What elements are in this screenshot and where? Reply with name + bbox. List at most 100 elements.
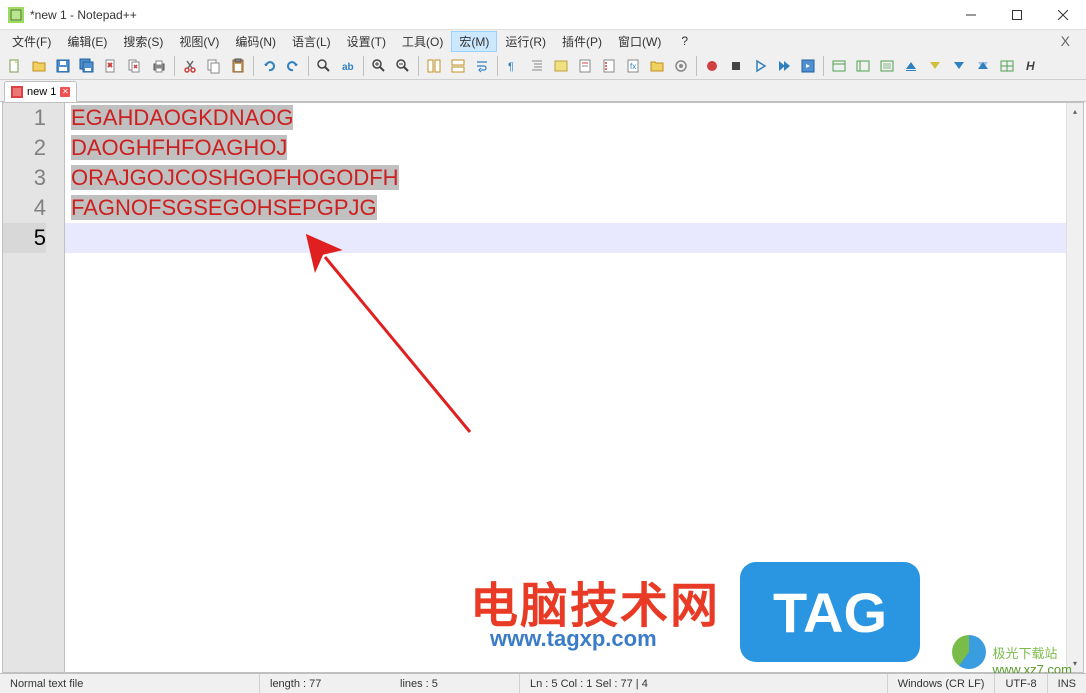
window-controls: [948, 0, 1086, 30]
status-lines: lines : 5: [390, 674, 520, 693]
maximize-button[interactable]: [994, 0, 1040, 30]
tab-bar: new 1 ✕: [0, 80, 1086, 102]
toolbar-separator: [363, 56, 364, 76]
status-position: Ln : 5 Col : 1 Sel : 77 | 4: [520, 674, 888, 693]
indent-guide-icon[interactable]: [526, 55, 548, 77]
undo-icon[interactable]: [258, 55, 280, 77]
watermark-tag-badge: TAG: [740, 562, 920, 662]
menu-macro[interactable]: 宏(M): [451, 31, 497, 52]
tb-icon-2[interactable]: [852, 55, 874, 77]
tb-icon-h[interactable]: H: [1020, 55, 1042, 77]
save-macro-icon[interactable]: [797, 55, 819, 77]
unsaved-icon: [11, 86, 23, 98]
play-icon[interactable]: [749, 55, 771, 77]
menu-help[interactable]: ?: [673, 32, 696, 50]
tb-icon-6[interactable]: [948, 55, 970, 77]
menu-view[interactable]: 视图(V): [171, 31, 227, 52]
tab-close-icon[interactable]: ✕: [60, 87, 70, 97]
menu-x-button[interactable]: X: [1049, 33, 1082, 49]
play-multi-icon[interactable]: [773, 55, 795, 77]
tab-label: new 1: [27, 86, 56, 98]
tab-new-1[interactable]: new 1 ✕: [4, 81, 77, 102]
find-icon[interactable]: [313, 55, 335, 77]
line-number: 4: [3, 193, 46, 223]
tb-icon-3[interactable]: [876, 55, 898, 77]
print-icon[interactable]: [148, 55, 170, 77]
code-line: EGAHDAOGKDNAOG: [65, 103, 1083, 133]
line-number: 2: [3, 133, 46, 163]
copy-icon[interactable]: [203, 55, 225, 77]
tb-icon-7[interactable]: [972, 55, 994, 77]
status-bar: Normal text file length : 77 lines : 5 L…: [0, 673, 1086, 693]
user-lang-icon[interactable]: [550, 55, 572, 77]
status-mode[interactable]: INS: [1048, 674, 1086, 693]
menu-language[interactable]: 语言(L): [284, 31, 339, 52]
toolbar-separator: [497, 56, 498, 76]
tb-icon-5[interactable]: [924, 55, 946, 77]
watermark-logo-icon: [952, 635, 986, 669]
func-list-icon[interactable]: fx: [622, 55, 644, 77]
toolbar-separator: [253, 56, 254, 76]
menu-edit[interactable]: 编辑(E): [59, 31, 115, 52]
status-eol[interactable]: Windows (CR LF): [888, 674, 996, 693]
toolbar-separator: [696, 56, 697, 76]
close-button[interactable]: [1040, 0, 1086, 30]
code-line: [65, 223, 1083, 253]
watermark-url: www.tagxp.com: [490, 626, 657, 652]
zoom-in-icon[interactable]: [368, 55, 390, 77]
close-file-icon[interactable]: [100, 55, 122, 77]
menu-encoding[interactable]: 编码(N): [227, 31, 284, 52]
svg-text:¶: ¶: [508, 61, 514, 73]
zoom-out-icon[interactable]: [392, 55, 414, 77]
redo-icon[interactable]: [282, 55, 304, 77]
save-icon[interactable]: [52, 55, 74, 77]
tb-icon-4[interactable]: [900, 55, 922, 77]
menu-bar: 文件(F) 编辑(E) 搜索(S) 视图(V) 编码(N) 语言(L) 设置(T…: [0, 30, 1086, 52]
stop-icon[interactable]: [725, 55, 747, 77]
status-length: length : 77: [260, 674, 390, 693]
line-number: 5: [3, 223, 46, 253]
vertical-scrollbar[interactable]: ▴ ▾: [1066, 103, 1083, 672]
menu-window[interactable]: 窗口(W): [610, 31, 669, 52]
sync-v-icon[interactable]: [423, 55, 445, 77]
folder-icon[interactable]: [646, 55, 668, 77]
status-encoding[interactable]: UTF-8: [995, 674, 1047, 693]
new-icon[interactable]: [4, 55, 26, 77]
tb-icon-8[interactable]: [996, 55, 1018, 77]
menu-plugins[interactable]: 插件(P): [554, 31, 610, 52]
window-title: *new 1 - Notepad++: [30, 8, 948, 22]
menu-file[interactable]: 文件(F): [4, 31, 59, 52]
doc-map-icon[interactable]: [574, 55, 596, 77]
toolbar-separator: [823, 56, 824, 76]
app-icon: [8, 7, 24, 23]
record-icon[interactable]: [701, 55, 723, 77]
replace-icon[interactable]: ab: [337, 55, 359, 77]
sync-h-icon[interactable]: [447, 55, 469, 77]
title-bar: *new 1 - Notepad++: [0, 0, 1086, 30]
menu-settings[interactable]: 设置(T): [339, 31, 394, 52]
tb-icon-1[interactable]: [828, 55, 850, 77]
save-all-icon[interactable]: [76, 55, 98, 77]
menu-run[interactable]: 运行(R): [497, 31, 554, 52]
cut-icon[interactable]: [179, 55, 201, 77]
line-number: 3: [3, 163, 46, 193]
minimize-button[interactable]: [948, 0, 994, 30]
wrap-icon[interactable]: [471, 55, 493, 77]
line-gutter: 1 2 3 4 5: [3, 103, 65, 672]
close-all-icon[interactable]: [124, 55, 146, 77]
menu-tools[interactable]: 工具(O): [394, 31, 451, 52]
code-line: DAOGHFHFOAGHOJ: [65, 133, 1083, 163]
doc-list-icon[interactable]: [598, 55, 620, 77]
show-all-chars-icon[interactable]: ¶: [502, 55, 524, 77]
scroll-up-icon[interactable]: ▴: [1067, 103, 1083, 120]
menu-search[interactable]: 搜索(S): [115, 31, 171, 52]
toolbar-separator: [308, 56, 309, 76]
open-icon[interactable]: [28, 55, 50, 77]
paste-icon[interactable]: [227, 55, 249, 77]
toolbar-separator: [418, 56, 419, 76]
toolbar: ab ¶ fx H: [0, 52, 1086, 80]
toolbar-separator: [174, 56, 175, 76]
svg-text:H: H: [1026, 59, 1035, 73]
monitoring-icon[interactable]: [670, 55, 692, 77]
watermark-text-2: 极光下载站www.xz7.com: [993, 643, 1072, 677]
